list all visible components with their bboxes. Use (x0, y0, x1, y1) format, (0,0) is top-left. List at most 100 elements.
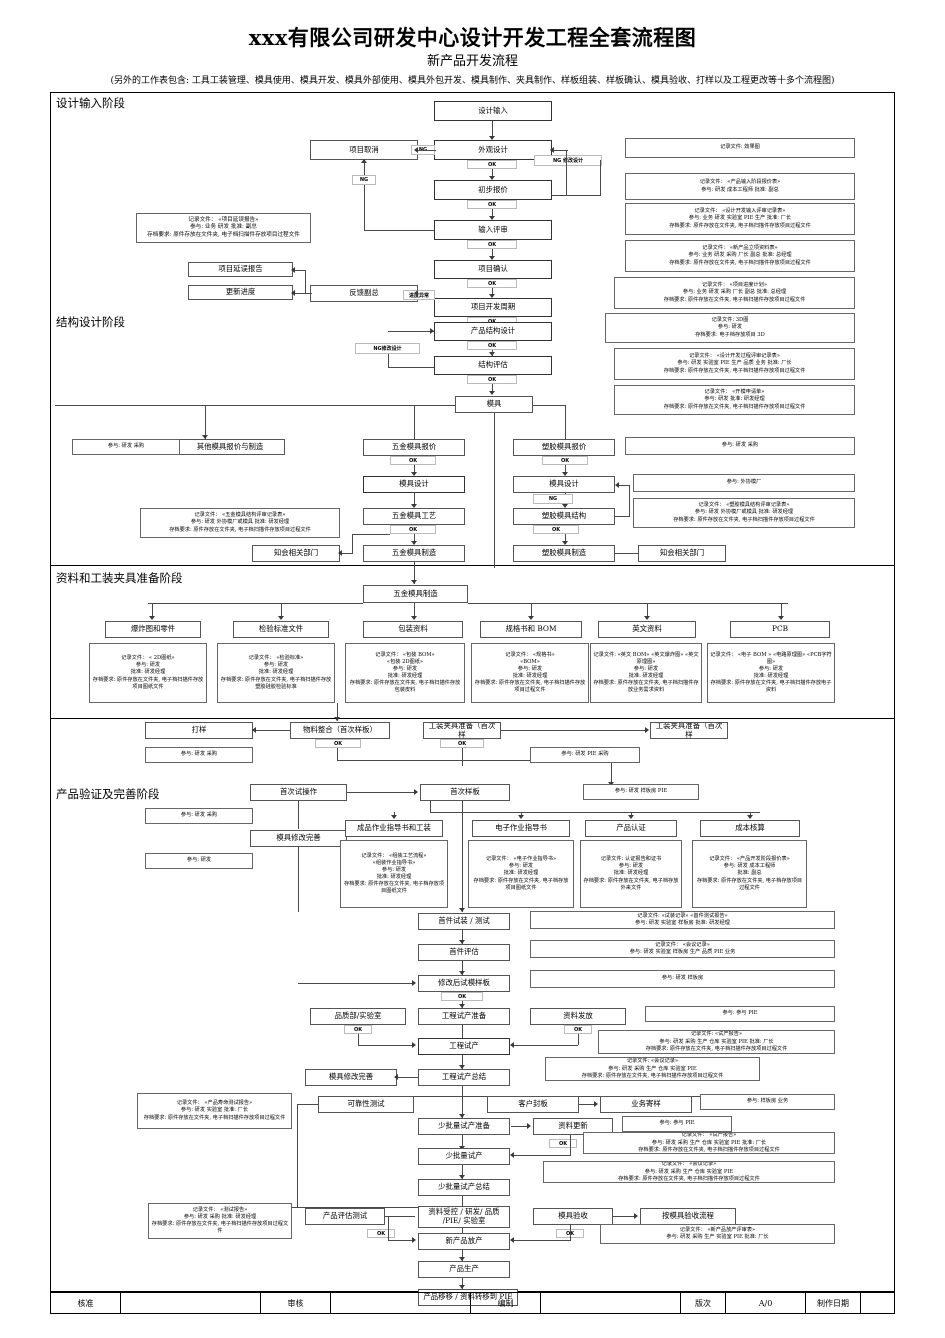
conn (148, 603, 363, 604)
node-first-article-eval[interactable]: 首件评估 (418, 944, 510, 961)
node-project-dev-cycle[interactable]: 项目开发周期 (434, 298, 552, 317)
node-finished-sop-fixture[interactable]: 成品作业指导书和工装 (345, 820, 443, 837)
conn (615, 516, 630, 517)
node-plastic-mold-manufacture[interactable]: 塑胶模具制造 (513, 545, 615, 562)
node-explode-parts[interactable]: 爆炸图和零件 (105, 621, 201, 638)
conn (294, 270, 306, 271)
arrow (615, 482, 619, 488)
node-notify-dept-left[interactable]: 知会相关部门 (252, 545, 340, 562)
node-mold-acceptance[interactable]: 模具验收 (533, 1208, 613, 1225)
node-mold[interactable]: 模具 (455, 396, 533, 413)
node-notify-dept-right[interactable]: 知会相关部门 (638, 545, 726, 562)
node-hw-mold-manufacture-2[interactable]: 五金模具制造 (363, 585, 468, 603)
node-mold-modify-improve-2[interactable]: 模具修改完善 (305, 1069, 397, 1086)
node-customer-sample[interactable]: 客户封板 (487, 1096, 579, 1113)
node-material-gather[interactable]: 物料整合（首次样板） (290, 722, 390, 739)
node-spec-bom[interactable]: 规格书和 BOM (480, 621, 582, 638)
annotation-electronic-sop: 记录文件： «电子作业指导书» 参与: 研发 批准: 研发经理 存档要求: 原件… (468, 840, 574, 908)
node-structure-eval[interactable]: 结构评估 (434, 356, 552, 375)
node-mold-design-left[interactable]: 模具设计 (363, 476, 465, 493)
node-design-input[interactable]: 设计输入 (434, 101, 552, 121)
node-data-release[interactable]: 资料发放 (530, 1008, 626, 1025)
conn (358, 1034, 359, 1045)
node-packaging-data[interactable]: 包装资料 (363, 621, 463, 638)
node-mold-design-right[interactable]: 模具设计 (513, 476, 615, 493)
node-project-cancel[interactable]: 项目取消 (310, 140, 418, 160)
conn (514, 1240, 571, 1241)
node-small-batch-prep[interactable]: 少批量试产准备 (418, 1118, 510, 1135)
annotation-sample-business: 参与: 样板房 业务 (700, 1094, 835, 1110)
conn (388, 1240, 414, 1241)
annotation-rd-sample-pie: 参与: 研发 样板房 PIE (583, 784, 699, 800)
node-hw-mold-process[interactable]: 五金模具工艺 (363, 508, 465, 525)
node-plastic-mold-structure[interactable]: 塑胶模具结构 (513, 508, 615, 525)
gate-ok: OK (467, 240, 517, 249)
conn (364, 185, 365, 230)
node-small-batch-summary[interactable]: 少批量试产总结 (418, 1179, 510, 1196)
node-product-structure-design[interactable]: 产品结构设计 (434, 322, 552, 341)
footer-compile-value[interactable] (541, 1293, 681, 1313)
conn (388, 367, 434, 368)
node-quality-lab[interactable]: 品质部/实验室 (310, 1008, 406, 1025)
node-new-product-release[interactable]: 新产品放产 (418, 1233, 510, 1250)
node-eng-trial-summary[interactable]: 工程试产总结 (418, 1069, 510, 1086)
node-hw-mold-quote[interactable]: 五金模具报价 (363, 439, 465, 456)
node-eng-trial[interactable]: 工程试产 (418, 1038, 510, 1055)
arrow (489, 391, 495, 395)
annotation-project-schedule: 记录文件： «项目进度计划» 参与: 业务 研发 采购 厂长 副总 批准: 总经… (614, 277, 855, 309)
node-inspect-standard[interactable]: 检验标准文件 (233, 621, 329, 638)
node-small-batch-trial[interactable]: 少批量试产 (418, 1148, 510, 1165)
node-plastic-mold-quote[interactable]: 塑胶模具报价 (513, 439, 615, 456)
node-other-mold-quote[interactable]: 其他模具报价与制造 (175, 439, 285, 455)
node-eng-trial-prep[interactable]: 工程试产准备 (418, 1008, 510, 1025)
conn (256, 730, 290, 731)
node-fixture-prep-right[interactable]: 工装夹具准备（首次样 (650, 722, 728, 739)
node-update-progress[interactable]: 更新进度 (188, 285, 293, 300)
arrow (391, 815, 397, 819)
annotation-dev-input-review: 记录文件： «设计开发输入评审记录表» 参与: 业务 研发 实验室 PIE 生产… (625, 203, 855, 235)
node-project-delay-report[interactable]: 项目延误报告 (188, 262, 293, 277)
node-modified-trial-sample[interactable]: 修改后试模样板 (418, 975, 510, 992)
node-project-confirm[interactable]: 项目确认 (434, 260, 552, 279)
gate-ok: OK (542, 456, 588, 465)
node-mass-production[interactable]: 产品生产 (418, 1261, 510, 1278)
node-first-sample[interactable]: 首次样板 (420, 784, 510, 801)
annotation-assy-process: 记录文件： «组装工艺流程» «组装作业指导书» 参与: 研发 批准: 研发经理… (340, 840, 448, 908)
annotation-english-data: 记录文件: «英文 BOM» «英文爆炸图» «英文原理图» 参与: 研发 批准… (590, 643, 702, 703)
annotation-3d-drawing: 记录文件: 3D图 参与: 研发 存档要求: 电子档存放项目 3D (605, 313, 855, 343)
conn (462, 1025, 463, 1038)
node-pcb[interactable]: PCB (730, 621, 830, 638)
node-feedback-vp[interactable]: 反馈副总 (310, 285, 418, 302)
footer-review-value[interactable] (331, 1293, 471, 1313)
node-product-eval-test[interactable]: 产品评估测试 (305, 1208, 385, 1225)
conn (294, 293, 312, 294)
node-by-mold-acceptance-flow[interactable]: 按模具验收流程 (640, 1208, 736, 1225)
node-business-send-sample[interactable]: 业务寄样 (600, 1096, 692, 1113)
node-mold-modify-improve[interactable]: 模具修改完善 (250, 830, 347, 847)
annotation-rd-purchase-2: 参与: 研发 采购 (625, 437, 855, 455)
node-sampling[interactable]: 打样 (145, 722, 253, 739)
annotation-delay-report: 记录文件： «项目延误报告» 参与: 业务 研发 批准: 副总 存档要求: 原件… (136, 213, 311, 243)
footer-date-value[interactable] (861, 1293, 894, 1313)
gate-ng-structure-redesign: NG修改设计 (355, 343, 420, 354)
node-first-trial-op[interactable]: 首次试操作 (250, 784, 347, 801)
conn (501, 730, 646, 731)
node-hw-mold-manufacture[interactable]: 五金模具制造 (363, 545, 465, 562)
section-divider-1 (50, 565, 895, 566)
node-product-cert[interactable]: 产品认证 (585, 820, 677, 837)
arrow (634, 1213, 638, 1219)
node-input-review[interactable]: 输入评审 (434, 220, 552, 240)
conn (297, 1104, 298, 1208)
node-fixture-prep-left[interactable]: 工装夹具准备（首次样 (423, 722, 501, 739)
footer-approve-value[interactable] (121, 1293, 261, 1313)
node-reliability-test[interactable]: 可靠性测试 (318, 1096, 414, 1113)
node-data-control[interactable]: 资料受控 / 研发/ 品质 /PIE/ 实验室 (418, 1206, 510, 1228)
node-english-data[interactable]: 英文资料 (598, 621, 696, 638)
node-cost-accounting[interactable]: 成本核算 (700, 820, 800, 837)
gate-ok: OK (467, 279, 517, 288)
conn (298, 847, 299, 912)
annotation-test-report: 记录文件： «测试报告» 参与: 研发 采购 批准: 研发经理 存档要求: 原件… (148, 1203, 292, 1239)
node-preliminary-quote[interactable]: 初步报价 (434, 180, 552, 200)
node-first-article-assy-test[interactable]: 首件试装 / 测试 (418, 913, 510, 930)
node-electronic-sop[interactable]: 电子作业指导书 (472, 820, 570, 837)
